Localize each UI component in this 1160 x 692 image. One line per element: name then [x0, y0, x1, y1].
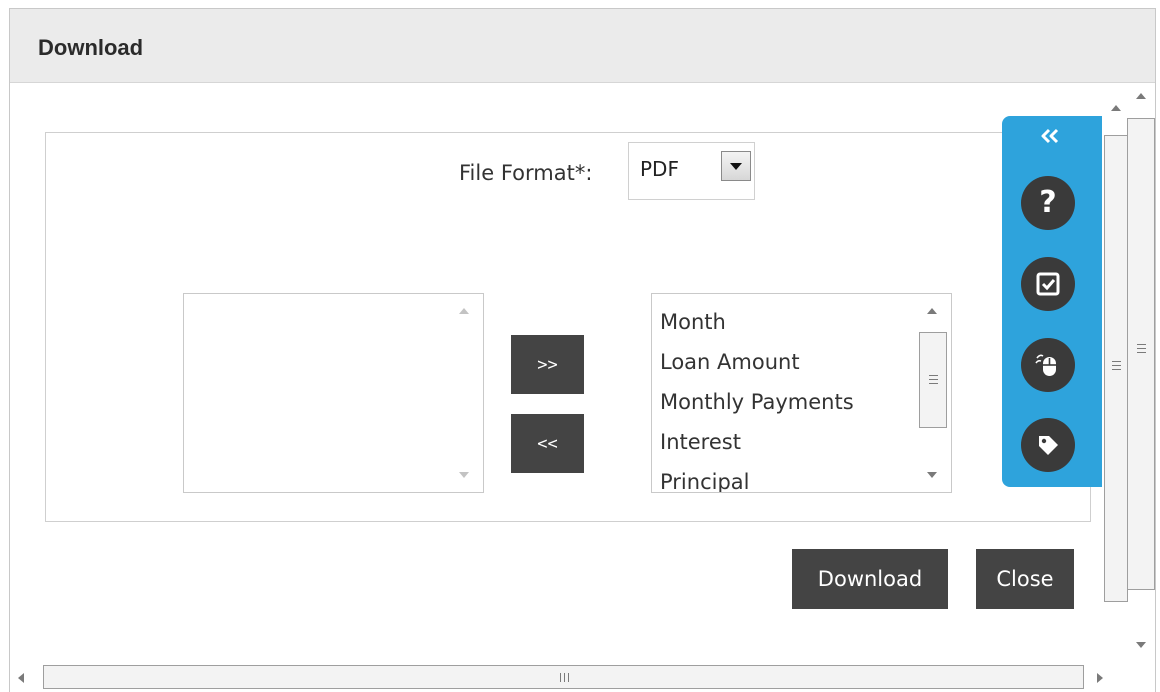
list-item[interactable]: Month: [660, 302, 854, 342]
window-horizontal-scrollbar[interactable]: [10, 662, 1125, 692]
file-format-select[interactable]: PDF: [628, 142, 755, 200]
scrollbar-thumb[interactable]: [1104, 135, 1128, 602]
scrollbar-thumb[interactable]: [1127, 118, 1155, 590]
scrollbar-thumb[interactable]: [919, 332, 947, 428]
file-format-value: PDF: [640, 157, 679, 181]
dialog-header: Download: [10, 9, 1155, 83]
file-format-label: File Format*:: [459, 161, 593, 185]
checkbox-screen-icon: [1036, 272, 1060, 296]
scroll-up-arrow-icon[interactable]: [1111, 105, 1121, 111]
grip-icon: [1112, 361, 1121, 371]
window-vertical-scrollbar[interactable]: [1127, 83, 1156, 663]
tag-button[interactable]: [1021, 418, 1075, 472]
add-columns-button[interactable]: >>: [511, 335, 584, 394]
download-button[interactable]: Download: [792, 549, 948, 609]
list-item[interactable]: Loan Amount: [660, 342, 854, 382]
grip-icon: [560, 673, 570, 682]
dropdown-arrow-icon[interactable]: [721, 151, 751, 181]
scroll-down-arrow-icon[interactable]: [459, 472, 469, 478]
double-chevron-left-icon[interactable]: [1038, 122, 1062, 150]
list-item[interactable]: Principal: [660, 462, 854, 492]
scroll-down-arrow-icon[interactable]: [1136, 642, 1146, 648]
selected-columns-items: Month Loan Amount Monthly Payments Inter…: [660, 302, 854, 492]
mouse-icon: [1035, 354, 1056, 376]
scroll-up-arrow-icon[interactable]: [1136, 93, 1146, 99]
help-icon: ?: [1039, 185, 1057, 220]
remove-columns-button[interactable]: <<: [511, 414, 584, 473]
help-button[interactable]: ?: [1021, 176, 1075, 230]
scroll-up-arrow-icon[interactable]: [927, 308, 937, 314]
dialog-title: Download: [38, 35, 144, 60]
selected-columns-list[interactable]: Month Loan Amount Monthly Payments Inter…: [651, 293, 952, 493]
scroll-up-arrow-icon[interactable]: [459, 308, 469, 314]
scroll-right-arrow-icon[interactable]: [1097, 673, 1103, 683]
tag-icon: [1039, 436, 1058, 455]
available-columns-list[interactable]: [183, 293, 484, 493]
list-item[interactable]: Monthly Payments: [660, 382, 854, 422]
available-columns-scrollbar[interactable]: [450, 294, 483, 492]
dialog-inner-vertical-scrollbar[interactable]: [1104, 95, 1129, 657]
list-item[interactable]: Interest: [660, 422, 854, 462]
checklist-button[interactable]: [1021, 257, 1075, 311]
grip-icon: [929, 375, 938, 385]
scrollbar-thumb[interactable]: [43, 665, 1084, 689]
grip-icon: [1137, 344, 1146, 354]
scroll-left-arrow-icon[interactable]: [18, 673, 24, 683]
mouse-guide-button[interactable]: [1021, 338, 1075, 392]
close-button[interactable]: Close: [976, 549, 1074, 609]
selected-columns-scrollbar[interactable]: [918, 294, 951, 492]
scroll-down-arrow-icon[interactable]: [927, 472, 937, 478]
